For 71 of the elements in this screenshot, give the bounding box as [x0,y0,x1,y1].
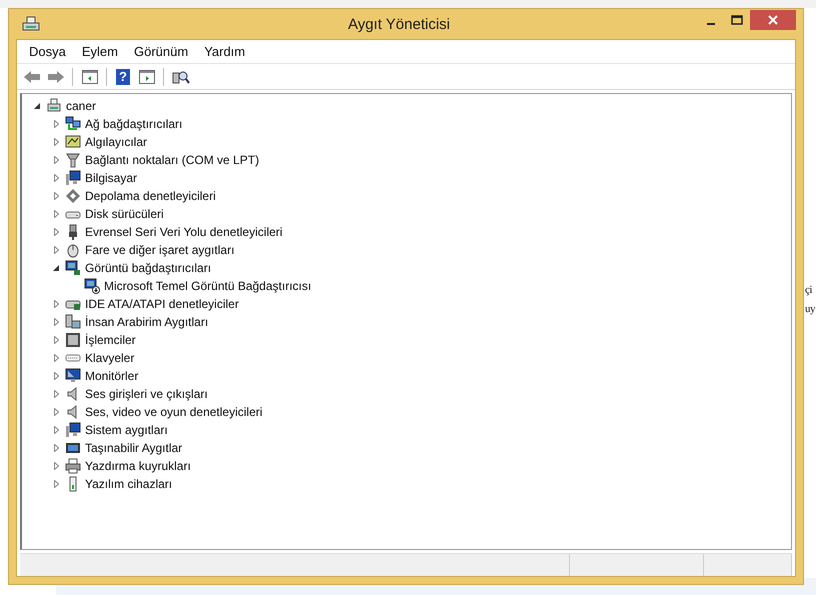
printer-icon [65,458,81,474]
tree-item[interactable]: IDE ATA/ATAPI denetleyiciler [85,297,239,311]
tree-item[interactable]: Bilgisayar [85,171,138,185]
tree-item[interactable]: Evrensel Seri Veri Yolu denetleyicileri [85,225,282,239]
menu-item[interactable]: Eylem [74,42,126,61]
close-button[interactable] [750,10,796,30]
display-adapter-icon [84,278,100,294]
expanded-triangle-icon[interactable] [53,265,59,271]
collapsed-triangle-icon[interactable] [54,174,58,182]
menu-item[interactable]: Yardım [196,42,254,61]
collapsed-triangle-icon[interactable] [54,228,58,236]
tree-item[interactable]: caner [66,99,96,113]
collapsed-triangle-icon[interactable] [54,246,58,254]
network-icon [65,116,81,132]
expanded-triangle-icon[interactable] [34,103,40,109]
collapsed-triangle-icon[interactable] [54,462,58,470]
sensor-icon [65,134,81,150]
tree-item[interactable]: Algılayıcılar [85,135,148,149]
tree-item[interactable]: Monitörler [85,369,138,383]
tree-item[interactable]: Yazdırma kuyrukları [85,459,191,473]
tree-item[interactable]: Ağ bağdaştırıcıları [85,117,182,131]
tree-item[interactable]: İşlemciler [85,333,136,347]
collapsed-triangle-icon[interactable] [54,192,58,200]
page-text-fragment: uy [805,303,815,315]
window-title: Aygıt Yöneticisi [346,16,451,32]
tree-item[interactable]: Görüntü bağdaştırıcıları [85,261,212,275]
monitor-icon [65,368,81,384]
computer-icon [46,98,62,114]
maximize-icon [731,15,743,25]
menu-item[interactable]: Görünüm [126,42,196,61]
tree-item[interactable]: Microsoft Temel Görüntü Bağdaştırıcısı [104,279,312,293]
tree-item[interactable]: Bağlantı noktaları (COM ve LPT) [85,153,260,167]
tree-item[interactable]: Ses girişleri ve çıkışları [85,387,208,401]
menu-item[interactable]: Dosya [21,42,74,61]
close-icon [768,15,778,25]
tree-item[interactable]: Depolama denetleyicileri [85,189,216,203]
tree-item[interactable]: İnsan Arabirim Aygıtları [85,315,208,329]
portable-device-icon [65,440,81,456]
storage-icon [65,188,81,204]
input-device-icon [65,314,81,330]
tree-item[interactable]: Fare ve diğer işaret aygıtları [85,243,234,257]
collapsed-triangle-icon[interactable] [54,390,58,398]
collapsed-triangle-icon[interactable] [54,480,58,488]
minimize-icon [707,22,715,24]
page-text-fragment: çi [805,284,812,296]
collapsed-triangle-icon[interactable] [54,120,58,128]
computer-icon [65,422,81,438]
tree-item[interactable]: Disk sürücüleri [85,207,164,221]
collapsed-triangle-icon[interactable] [54,156,58,164]
tree-item[interactable]: Klavyeler [85,351,134,365]
collapsed-triangle-icon[interactable] [54,336,58,344]
collapsed-triangle-icon[interactable] [54,426,58,434]
computer-icon [65,170,81,186]
processor-icon [65,332,81,348]
collapsed-triangle-icon[interactable] [54,318,58,326]
mouse-icon [65,242,81,258]
collapsed-triangle-icon[interactable] [54,210,58,218]
collapsed-triangle-icon[interactable] [54,372,58,380]
tree-item[interactable]: Ses, video ve oyun denetleyicileri [85,405,262,419]
collapsed-triangle-icon[interactable] [54,444,58,452]
collapsed-triangle-icon[interactable] [54,300,58,308]
collapsed-triangle-icon[interactable] [54,138,58,146]
help-button[interactable]: ? [116,68,130,84]
tree-item[interactable]: Yazılım cihazları [85,477,172,491]
collapsed-triangle-icon[interactable] [54,354,58,362]
device-manager-icon [22,16,40,32]
port-icon [65,152,81,168]
display-adapter-icon [65,260,81,276]
collapsed-triangle-icon[interactable] [54,408,58,416]
tree-item[interactable]: Sistem aygıtları [85,423,168,437]
tree-item[interactable]: Taşınabilir Aygıtlar [85,441,182,455]
